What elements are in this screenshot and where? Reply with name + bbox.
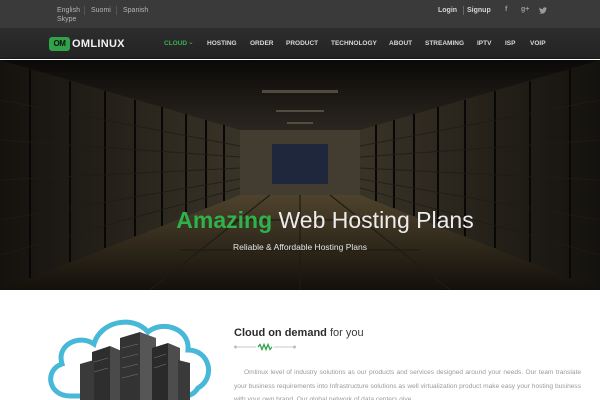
zigzag-divider [234, 343, 296, 351]
language-suomi-link[interactable]: Suomi [91, 6, 111, 15]
nav-isp[interactable]: ISP [505, 40, 515, 48]
top-bar [0, 0, 600, 29]
facebook-icon[interactable]: f [505, 6, 507, 13]
nav-hosting[interactable]: HOSTING [207, 40, 237, 48]
login-link[interactable]: Login [438, 7, 457, 14]
chevron-down-icon: ⌄ [188, 39, 194, 46]
language-spanish-link[interactable]: Spanish [123, 6, 148, 15]
nav-voip[interactable]: VOIP [530, 40, 546, 48]
nav-iptv[interactable]: IPTV [477, 40, 491, 48]
nav-order[interactable]: ORDER [250, 40, 273, 48]
language-english-link[interactable]: English [57, 6, 80, 15]
server-corridor-image [0, 60, 600, 290]
section-paragraph: Omlinux level of industry solutions as o… [234, 369, 581, 400]
logo-badge[interactable]: OM [49, 37, 70, 51]
divider [84, 6, 85, 15]
skype-link[interactable]: Skype [57, 15, 76, 24]
hero-subtitle: Reliable & Affordable Hosting Plans [232, 242, 368, 252]
logo-text[interactable]: OMLINUX [72, 37, 125, 51]
nav-about[interactable]: ABOUT [389, 40, 412, 48]
twitter-icon[interactable] [539, 7, 547, 16]
divider [463, 6, 464, 15]
signup-link[interactable]: Signup [467, 7, 491, 14]
content-section: Cloud on demand for you Omlinux level of… [0, 290, 600, 400]
nav-streaming[interactable]: STREAMING [425, 40, 464, 48]
divider [116, 6, 117, 15]
nav-technology[interactable]: TECHNOLOGY [331, 40, 377, 48]
nav-product[interactable]: PRODUCT [286, 40, 318, 48]
google-plus-icon[interactable]: g+ [521, 6, 529, 13]
cloud-servers-illustration [48, 319, 211, 400]
hero-banner: Amazing Web Hosting Plans Reliable & Aff… [0, 60, 600, 290]
hero-title: Amazing Web Hosting Plans [176, 207, 474, 233]
section-title: Cloud on demand for you [234, 327, 364, 339]
nav-cloud[interactable]: CLOUD [164, 40, 187, 48]
